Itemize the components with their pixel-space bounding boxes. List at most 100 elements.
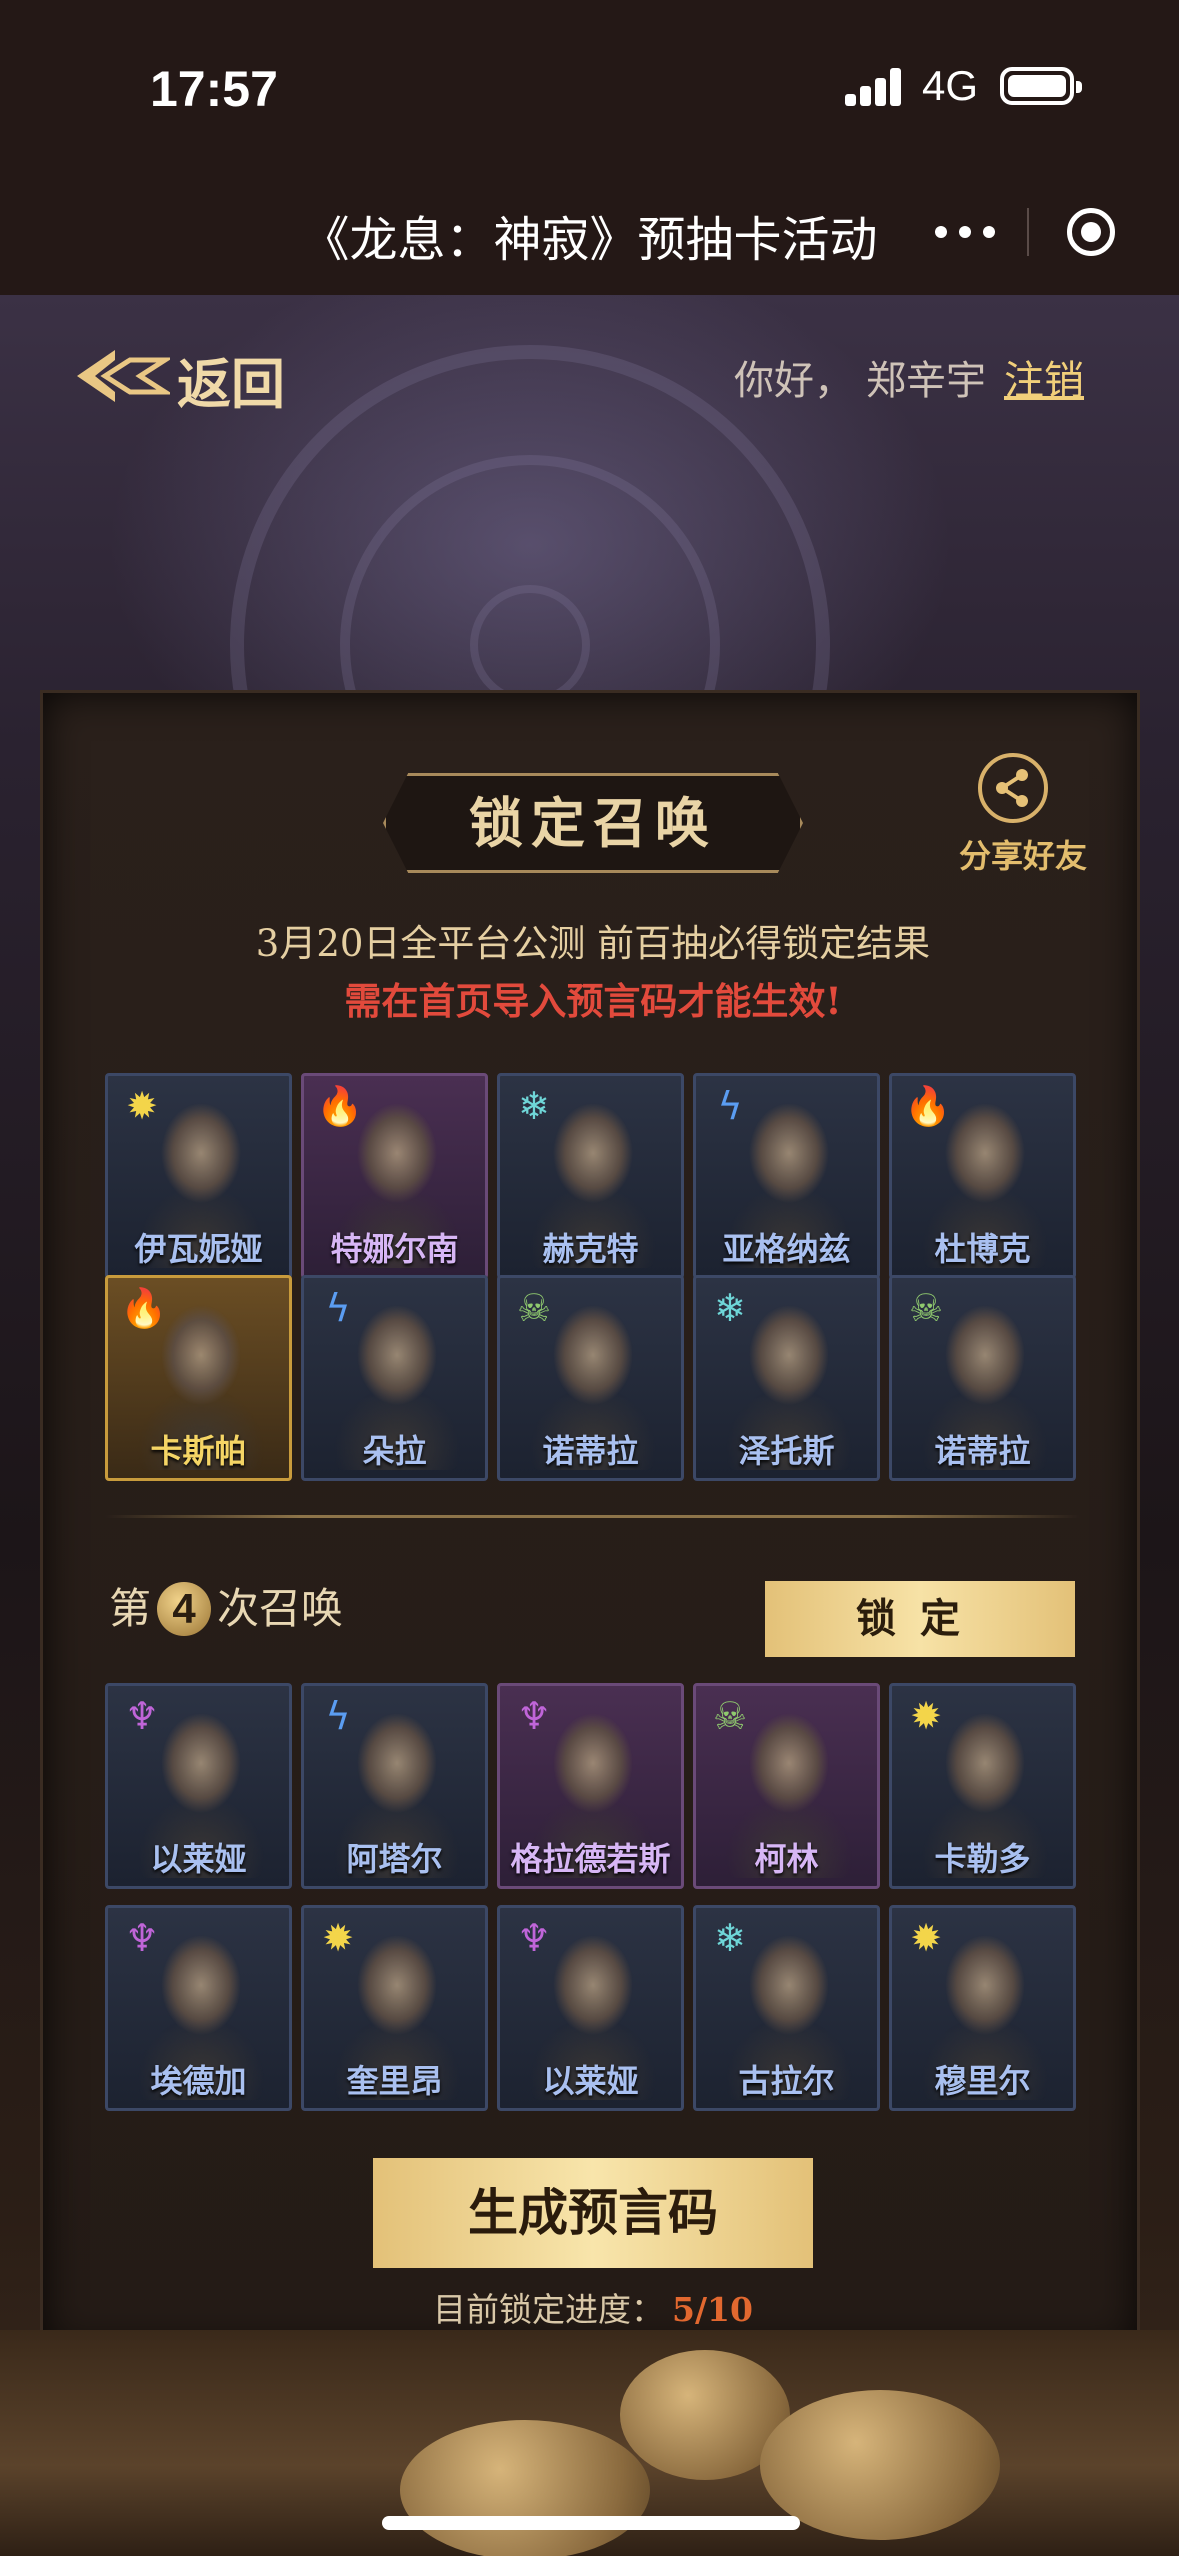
- hero-name: 杜博克: [934, 1230, 1031, 1268]
- share-button[interactable]: 分享好友: [943, 753, 1087, 883]
- lock-summon-panel: 锁定召唤 分享好友 3月20日全平台公测 前百抽必得锁定结果 需在首页导入预言码…: [40, 690, 1140, 2350]
- panel-title: 锁定召唤: [469, 791, 717, 855]
- demon-element-icon: ♆: [124, 1694, 160, 1738]
- skull-element-icon: ☠: [516, 1286, 552, 1330]
- section-divider: [105, 1515, 1080, 1518]
- hero-card[interactable]: ϟ 朵拉: [301, 1275, 488, 1481]
- hero-name: 奎里昂: [346, 2062, 443, 2100]
- notice-primary: 3月20日全平台公测 前百抽必得锁定结果: [255, 922, 931, 965]
- sun-element-icon: ✹: [322, 1916, 354, 1960]
- generate-code-button[interactable]: 生成预言码: [373, 2158, 813, 2268]
- signal-icon: [845, 66, 905, 106]
- demon-element-icon: ♆: [516, 1916, 552, 1960]
- hero-card[interactable]: 🔥 卡斯帕: [105, 1275, 292, 1481]
- previous-row: ✹ 伊瓦妮娅 🔥 特娜尔南 ❄ 赫克特 ϟ 亚格纳兹 🔥 杜博克: [105, 1073, 1080, 1279]
- back-label: 返回: [177, 352, 285, 416]
- user-greeting: 你好， 郑辛宇 注销: [734, 348, 1084, 406]
- hero-card[interactable]: ♆ 格拉德若斯: [497, 1683, 684, 1889]
- hero-name: 诺蒂拉: [542, 1432, 639, 1470]
- hero-card[interactable]: ❄ 古拉尔: [693, 1905, 880, 2111]
- capsule-divider: [1027, 208, 1029, 256]
- hero-card[interactable]: 🔥 特娜尔南: [301, 1073, 488, 1279]
- hero-card[interactable]: ✹ 穆里尔: [889, 1905, 1076, 2111]
- previous-row: 🔥 卡斯帕 ϟ 朵拉 ☠ 诺蒂拉 ❄ 泽托斯 ☠ 诺蒂拉: [105, 1275, 1080, 1481]
- demon-element-icon: ♆: [124, 1916, 160, 1960]
- hero-card[interactable]: 🔥 杜博克: [889, 1073, 1076, 1279]
- coin-decoration: [400, 2420, 650, 2556]
- demon-element-icon: ♆: [516, 1694, 552, 1738]
- frost-element-icon: ❄: [714, 1916, 746, 1960]
- logout-link[interactable]: 注销: [1004, 358, 1084, 404]
- hero-name: 穆里尔: [934, 2062, 1031, 2100]
- hero-card[interactable]: ♆ 以莱娅: [105, 1683, 292, 1889]
- hero-name: 伊瓦妮娅: [134, 1230, 263, 1268]
- hero-name: 特娜尔南: [330, 1230, 459, 1268]
- fire-element-icon: 🔥: [904, 1084, 952, 1128]
- fire-element-icon: 🔥: [120, 1286, 168, 1330]
- progress-label: 目前锁定进度：: [433, 2290, 665, 2329]
- network-type: 4G: [922, 62, 979, 109]
- hero-card[interactable]: ☠ 诺蒂拉: [497, 1275, 684, 1481]
- skull-element-icon: ☠: [908, 1286, 944, 1330]
- hero-name: 埃德加: [150, 2062, 247, 2100]
- hero-card[interactable]: ϟ 阿塔尔: [301, 1683, 488, 1889]
- hero-card[interactable]: ❄ 赫克特: [497, 1073, 684, 1279]
- current-row: ♆ 以莱娅 ϟ 阿塔尔 ♆ 格拉德若斯 ☠ 柯林 ✹ 卡勒多: [105, 1683, 1080, 1889]
- user-name: 郑辛宇: [866, 358, 986, 404]
- sun-element-icon: ✹: [126, 1084, 158, 1128]
- back-arrow-icon: [77, 350, 170, 402]
- hero-card[interactable]: ♆ 以莱娅: [497, 1905, 684, 2111]
- hero-name: 阿塔尔: [346, 1840, 443, 1878]
- round-prefix: 第: [109, 1584, 152, 1633]
- hero-name: 柯林: [754, 1840, 819, 1878]
- hero-card[interactable]: ♆ 埃德加: [105, 1905, 292, 2111]
- home-indicator[interactable]: [382, 2516, 800, 2530]
- sun-element-icon: ✹: [910, 1916, 942, 1960]
- round-number-badge: 4: [157, 1582, 212, 1636]
- hero-card[interactable]: ✹ 奎里昂: [301, 1905, 488, 2111]
- battery-icon: [1000, 67, 1082, 105]
- bolt-element-icon: ϟ: [717, 1084, 743, 1128]
- hero-card[interactable]: ✹ 卡勒多: [889, 1683, 1076, 1889]
- greeting-text: 你好，: [734, 358, 854, 404]
- hero-card[interactable]: ϟ 亚格纳兹: [693, 1073, 880, 1279]
- hero-name: 诺蒂拉: [934, 1432, 1031, 1470]
- sun-element-icon: ✹: [910, 1694, 942, 1738]
- back-button[interactable]: 返回: [75, 340, 295, 416]
- capsule-menu: [905, 192, 1145, 272]
- hero-card[interactable]: ✹ 伊瓦妮娅: [105, 1073, 292, 1279]
- background-wheel-hub: [470, 585, 590, 705]
- hero-name: 格拉德若斯: [510, 1840, 671, 1878]
- round-suffix: 次召唤: [217, 1584, 344, 1633]
- bolt-element-icon: ϟ: [325, 1694, 351, 1738]
- skull-element-icon: ☠: [712, 1694, 748, 1738]
- fire-element-icon: 🔥: [316, 1084, 364, 1128]
- current-row: ♆ 埃德加 ✹ 奎里昂 ♆ 以莱娅 ❄ 古拉尔 ✹ 穆里尔: [105, 1905, 1080, 2111]
- hero-card[interactable]: ☠ 柯林: [693, 1683, 880, 1889]
- round-label: 第 4 次召唤: [109, 1575, 343, 1636]
- hero-name: 朵拉: [362, 1432, 427, 1470]
- lock-progress: 目前锁定进度： 5/10: [43, 2283, 1143, 2331]
- frost-element-icon: ❄: [714, 1286, 746, 1330]
- hero-name: 以莱娅: [150, 1840, 247, 1878]
- hero-name: 以莱娅: [542, 2062, 639, 2100]
- hero-name: 赫克特: [542, 1230, 639, 1268]
- mini-program-title-bar: 《龙息：神寂》预抽卡活动: [0, 170, 1179, 295]
- bolt-element-icon: ϟ: [325, 1286, 351, 1330]
- lock-button[interactable]: 锁定: [765, 1581, 1075, 1657]
- share-icon: [978, 753, 1048, 823]
- status-bar: 17:57 4G: [0, 0, 1179, 170]
- more-icon[interactable]: [935, 218, 1005, 248]
- hero-card[interactable]: ☠ 诺蒂拉: [889, 1275, 1076, 1481]
- share-label: 分享好友: [958, 837, 1087, 875]
- progress-value: 5/10: [672, 2290, 753, 2329]
- close-mini-program-icon[interactable]: [1067, 208, 1115, 256]
- hero-name: 卡斯帕: [150, 1432, 247, 1470]
- hero-name: 古拉尔: [738, 2062, 835, 2100]
- frost-element-icon: ❄: [518, 1084, 550, 1128]
- hero-card[interactable]: ❄ 泽托斯: [693, 1275, 880, 1481]
- hero-name: 亚格纳兹: [722, 1230, 851, 1268]
- hero-name: 泽托斯: [738, 1432, 835, 1470]
- hero-name: 卡勒多: [934, 1840, 1031, 1878]
- notice-warning: 需在首页导入预言码才能生效!: [344, 979, 842, 1023]
